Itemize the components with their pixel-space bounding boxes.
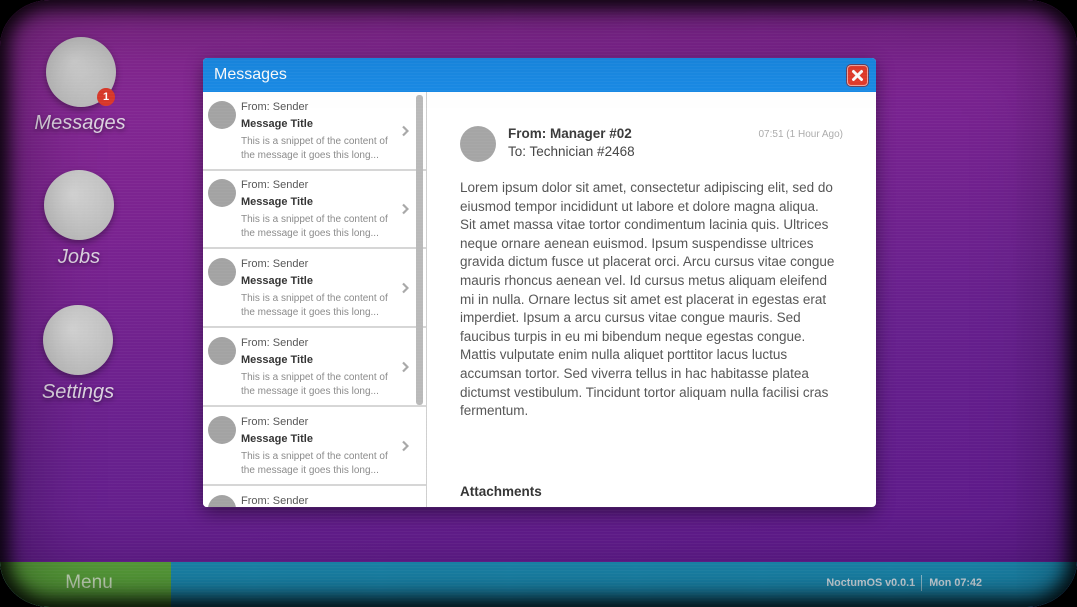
message-body-line: fermentum. [460, 403, 529, 419]
notification-badge: 1 [97, 88, 115, 106]
message-body-line: faucibus turpis in eu mi bibendum neque … [460, 328, 806, 344]
message-body-line: imperdiet. Ipsum a arcu cursus vitae con… [460, 310, 801, 326]
message-list-scrollbar[interactable] [416, 95, 423, 405]
message-sender: From: Sender [241, 495, 309, 507]
desktop-icon-messages[interactable]: 1 Messages [10, 37, 150, 137]
message-sender: From: Sender [241, 416, 309, 428]
message-body-line: Sit amet massa vitae tortor condimentum … [460, 217, 829, 233]
message-from: From: Manager #02 [508, 126, 632, 141]
message-list-item[interactable]: From: Sender Message Title This is a sni… [203, 93, 426, 171]
window-title-bar[interactable]: Messages [203, 58, 876, 92]
message-sender: From: Sender [241, 258, 309, 270]
attachments-heading: Attachments [460, 484, 542, 499]
avatar [208, 495, 236, 507]
message-title: Message Title [241, 354, 313, 366]
message-body-line: mauris rhoncus aenean vel. Id cursus met… [460, 272, 827, 288]
message-title: Message Title [241, 196, 313, 208]
message-body-line: Lorem ipsum dolor sit amet, consectetur … [460, 180, 833, 195]
menu-button[interactable]: Menu [0, 562, 171, 607]
chevron-right-icon [402, 282, 409, 294]
tray-divider [921, 575, 923, 591]
avatar [208, 101, 236, 129]
close-button[interactable] [847, 65, 868, 86]
system-tray: NoctumOS v0.0.1 Mon 07:42 [826, 562, 982, 604]
avatar [208, 258, 236, 286]
os-version: NoctumOS v0.0.1 [826, 577, 916, 589]
message-detail: From: Manager #02 To: Technician #2468 0… [427, 92, 876, 507]
chevron-right-icon [402, 125, 409, 137]
menu-button-label: Menu [65, 572, 113, 593]
window-title: Messages [214, 66, 287, 83]
desktop-icon-label: Settings [41, 381, 115, 403]
sender-avatar [460, 126, 496, 162]
message-body-line: gravida dictum fusce ut placerat orci. A… [460, 254, 835, 270]
message-body-line: mi in nulla. Ornare lectus sit amet est … [460, 291, 827, 307]
settings-app-icon [43, 305, 113, 375]
message-list: From: Sender Message Title This is a sni… [203, 92, 427, 507]
message-body: Lorem ipsum dolor sit amet, consectetur … [460, 179, 834, 421]
desktop-icon-settings[interactable]: Settings [8, 305, 148, 405]
message-list-item[interactable]: From: Sender Message Title This is a sni… [203, 329, 426, 407]
avatar [208, 337, 236, 365]
avatar [208, 416, 236, 444]
message-timestamp: 07:51 (1 Hour Ago) [758, 129, 844, 140]
message-body-line: accumsan tortor. Sed viverra tellus in h… [460, 365, 809, 381]
message-list-item[interactable]: From: Sender Message Title This is a sni… [203, 408, 426, 486]
message-list-item[interactable]: From: Sender [203, 487, 426, 507]
message-list-item[interactable]: From: Sender Message Title This is a sni… [203, 250, 426, 328]
chevron-right-icon [402, 203, 409, 215]
message-snippet: This is a snippet of the content of the … [241, 136, 388, 161]
taskbar: Menu NoctumOS v0.0.1 Mon 07:42 [0, 562, 1077, 607]
message-title: Message Title [241, 118, 313, 130]
message-snippet: This is a snippet of the content of the … [241, 293, 388, 318]
message-body-line: Mattis vulputate enim nulla aliquet port… [460, 347, 788, 363]
message-snippet: This is a snippet of the content of the … [241, 451, 388, 476]
desktop-icon-jobs[interactable]: Jobs [9, 170, 149, 270]
clock: Mon 07:42 [929, 577, 982, 589]
avatar [208, 179, 236, 207]
message-title: Message Title [241, 275, 313, 287]
message-body-line: neque ornare aenean euismod. Ipsum suspe… [460, 235, 814, 251]
jobs-app-icon [44, 170, 114, 240]
message-sender: From: Sender [241, 337, 309, 349]
message-to: To: Technician #2468 [508, 144, 635, 159]
close-icon [852, 70, 863, 81]
message-snippet: This is a snippet of the content of the … [241, 214, 388, 239]
chevron-right-icon [402, 361, 409, 373]
message-sender: From: Sender [241, 179, 309, 191]
message-body-line: eiusmod tempor incididunt ut labore et d… [460, 198, 819, 214]
message-title: Message Title [241, 433, 313, 445]
desktop-screen: 1 Messages Jobs Settings Messages From: … [0, 0, 1077, 607]
message-list-item[interactable]: From: Sender Message Title This is a sni… [203, 171, 426, 249]
desktop-icon-label: Jobs [57, 246, 101, 268]
message-snippet: This is a snippet of the content of the … [241, 372, 388, 397]
message-sender: From: Sender [241, 101, 309, 113]
desktop-icon-label: Messages [34, 112, 126, 134]
chevron-right-icon [402, 440, 409, 452]
messages-window: Messages From: Sender Message Title This… [203, 58, 876, 507]
message-body-line: dictumst vestibulum. Tincidunt tortor al… [460, 384, 829, 400]
